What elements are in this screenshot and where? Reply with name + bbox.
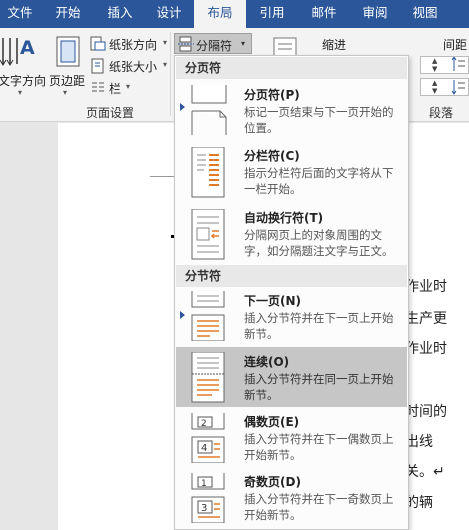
svg-text:3: 3 [201, 503, 207, 514]
tab-design[interactable]: 设计 [144, 0, 194, 28]
spacing-icon [451, 57, 465, 71]
breaks-button[interactable]: 分隔符 ▾ [174, 33, 252, 54]
breaks-label: 分隔符 [196, 39, 233, 53]
menu-item-description: 分隔网页上的对象周围的文字，如分隔题注文字与正文。 [244, 228, 394, 258]
size-button[interactable]: 纸张大小 ▾ [90, 58, 170, 76]
columns-icon [92, 82, 104, 92]
menu-item-title: 分栏符(C) [244, 149, 300, 163]
group-separator [170, 32, 171, 116]
columns-button[interactable]: 栏 ▾ [90, 80, 140, 98]
columns-label: 栏 [109, 82, 122, 96]
text-direction-label: 文字方向 [0, 74, 47, 88]
tab-file[interactable]: 文件 [0, 0, 40, 28]
menu-item-column-break[interactable]: 分栏符(C) 指示分栏符后面的文字将从下一栏开始。 [176, 141, 407, 203]
orientation-button[interactable]: 纸张方向 ▾ [90, 36, 170, 54]
breaks-icon [178, 36, 194, 52]
menu-item-continuous[interactable]: 连续(O) 插入分节符并在同一页上开始新节。 [176, 347, 407, 407]
margins-icon [56, 36, 80, 67]
page-setup-group-label: 页面设置 [86, 106, 135, 120]
spacing-before-spinner[interactable]: ▲ ▼ [420, 56, 469, 74]
pointer-icon [180, 103, 185, 111]
menu-item-description: 插入分节符并在下一页上开始新节。 [244, 311, 394, 341]
continuous-section-icon [191, 352, 225, 403]
size-label: 纸张大小 [109, 60, 158, 74]
menu-item-text-wrapping[interactable]: 自动换行符(T) 分隔网页上的对象周围的文字，如分隔题注文字与正文。 [176, 203, 407, 265]
tab-home[interactable]: 开始 [40, 0, 96, 28]
spacing-label: 间距 [443, 38, 468, 52]
menu-item-page-break[interactable]: 分页符(P) 标记一页结束与下一页开始的位置。 [176, 79, 407, 141]
paper-size-icon [91, 58, 104, 74]
text-direction-icon: A [0, 37, 35, 66]
menu-item-title: 连续(O) [244, 355, 290, 369]
menu-item-even-page[interactable]: 2 4 偶数页(E) 插入分节符并在下一偶数页上开始新节。 [176, 409, 407, 467]
menu-item-title: 偶数页(E) [244, 415, 300, 429]
column-break-icon [191, 147, 225, 198]
even-page-section-icon: 2 4 [191, 413, 225, 463]
chevron-down-icon: ▾ [63, 88, 68, 97]
menu-item-description: 插入分节符并在下一奇数页上开始新节。 [244, 492, 394, 522]
svg-text:1: 1 [201, 479, 207, 489]
menu-item-odd-page[interactable]: 1 3 奇数页(D) 插入分节符并在下一奇数页上开始新节。 [176, 469, 407, 527]
breaks-menu: 分页符 分页符(P) 标记一页结束与下一页开始的位置。 分栏符(C) 指示分栏符… [174, 55, 409, 530]
tab-view[interactable]: 视图 [400, 0, 450, 28]
chevron-down-icon: ▾ [18, 88, 23, 97]
spacing-after-spinner[interactable]: ▲ ▼ [420, 78, 469, 96]
tab-mailings[interactable]: 邮件 [298, 0, 350, 28]
section-breaks-section-header: 分节符 [176, 265, 407, 287]
spacing-icon [451, 80, 465, 95]
chevron-down-icon: ▾ [126, 82, 131, 91]
margins-label: 页边距 [49, 74, 86, 88]
menu-item-description: 插入分节符并在下一偶数页上开始新节。 [244, 432, 394, 462]
menu-item-description: 插入分节符并在同一页上开始新节。 [244, 372, 394, 402]
page-breaks-section-header: 分页符 [176, 57, 407, 79]
menu-item-title: 下一页(N) [244, 294, 302, 308]
chevron-down-icon: ▾ [241, 39, 246, 48]
svg-text:2: 2 [201, 419, 207, 429]
orientation-label: 纸张方向 [109, 38, 158, 52]
orientation-icon [90, 36, 106, 51]
tab-references[interactable]: 引用 [246, 0, 298, 28]
menu-item-title: 奇数页(D) [244, 475, 301, 489]
odd-page-section-icon: 1 3 [191, 473, 225, 523]
margins-button[interactable]: 页边距 ▾ [47, 32, 87, 97]
tab-insert[interactable]: 插入 [96, 0, 144, 28]
menu-item-next-page[interactable]: 下一页(N) 插入分节符并在下一页上开始新节。 [176, 287, 407, 345]
chevron-down-icon: ▾ [163, 60, 168, 69]
next-page-section-icon [191, 291, 225, 341]
tab-layout[interactable]: 布局 [194, 0, 246, 28]
ribbon-tab-bar: 文件 开始 插入 设计 布局 引用 邮件 审阅 视图 [0, 0, 469, 28]
text-wrapping-icon [191, 209, 225, 260]
text-direction-button[interactable]: A 文字方向 ▾ [0, 32, 47, 97]
spinner-arrows-icon: ▲ ▼ [432, 57, 438, 73]
pointer-icon [180, 311, 185, 319]
menu-item-title: 分页符(P) [244, 88, 300, 102]
paragraph-group-label: 段落 [429, 106, 454, 120]
chevron-down-icon: ▾ [163, 38, 168, 47]
spinner-arrows-icon: ▲ ▼ [432, 79, 438, 95]
menu-item-title: 自动换行符(T) [244, 211, 324, 225]
menu-item-description: 指示分栏符后面的文字将从下一栏开始。 [244, 166, 394, 196]
page-break-icon [191, 85, 227, 135]
tab-review[interactable]: 审阅 [350, 0, 400, 28]
menu-item-description: 标记一页结束与下一页开始的位置。 [244, 105, 394, 135]
svg-text:4: 4 [201, 443, 207, 454]
svg-text:A: A [20, 37, 35, 59]
indent-label: 缩进 [322, 38, 347, 52]
